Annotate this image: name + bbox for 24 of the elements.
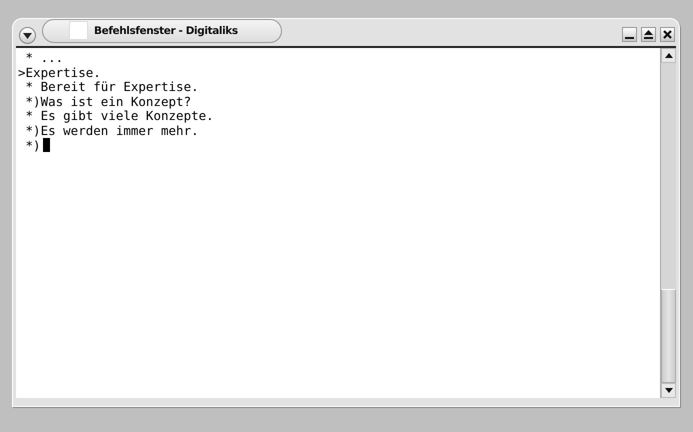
up-arrow-icon [664, 53, 672, 58]
terminal-line: *)Es werden immer mehr. [24, 124, 199, 139]
close-button[interactable] [660, 27, 675, 42]
maximize-button[interactable] [641, 27, 656, 42]
window-title: Befehlsfenster - Digitaliks [94, 24, 238, 36]
eject-icon [644, 30, 653, 39]
close-icon [663, 30, 672, 39]
scrollbar[interactable] [660, 48, 676, 398]
window-menu-button[interactable] [19, 27, 36, 44]
terminal-line: * Bereit für Expertise. [26, 80, 199, 95]
minimize-icon [625, 37, 634, 39]
down-arrow-icon [664, 388, 672, 393]
scrollbar-thumb[interactable] [661, 289, 676, 383]
terminal-area[interactable]: * ... >Expertise. * Bereit für Expertise. *)Was ist ein Konzept? * Es gibt viele Konzepte. *)Es werden immer mehr. *) [16, 48, 660, 398]
terminal-line: * Es gibt viele Konzepte. [24, 109, 214, 124]
scroll-up-button[interactable] [661, 48, 676, 63]
terminal-line: >Expertise. [18, 66, 101, 80]
minimize-button[interactable] [622, 27, 637, 42]
scroll-down-button[interactable] [661, 383, 676, 398]
text-cursor [43, 138, 50, 152]
terminal-line: * ... [24, 51, 64, 66]
terminal-line: *)Was ist ein Konzept? [24, 94, 192, 110]
caret-icon [23, 32, 32, 38]
terminal-line: *) [24, 138, 41, 154]
